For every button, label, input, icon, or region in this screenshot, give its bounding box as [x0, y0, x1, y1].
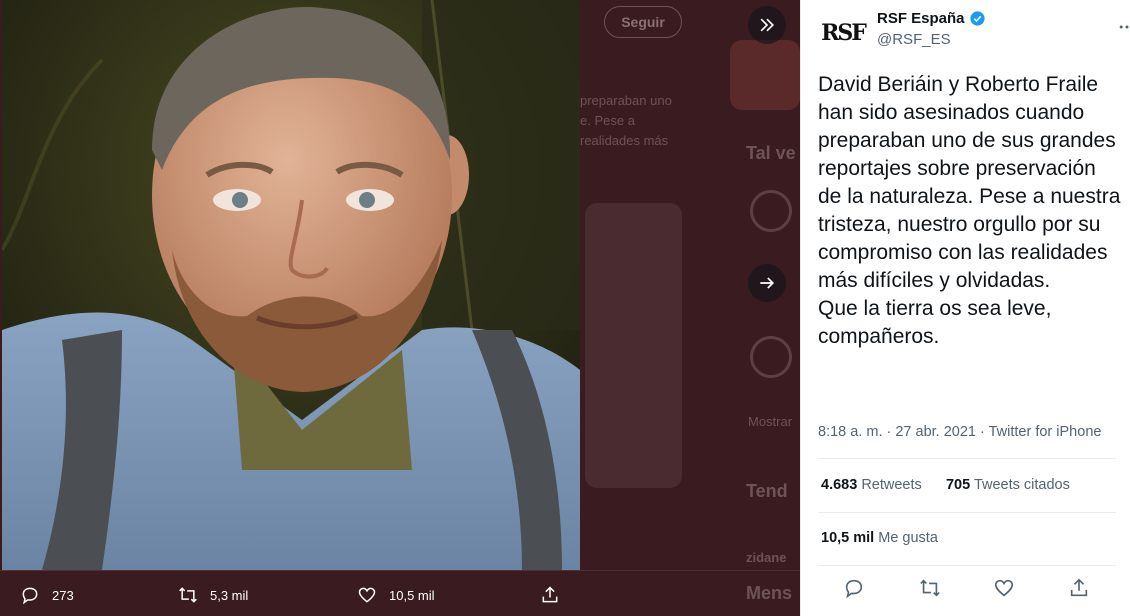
likes-label: Me gusta	[878, 530, 938, 546]
divider	[818, 458, 1116, 459]
author-name[interactable]: RSF España	[877, 10, 986, 27]
retweets-label[interactable]: Retweets	[861, 477, 921, 493]
heart-icon	[358, 587, 376, 603]
retweet-icon	[179, 587, 197, 603]
media-retweet-count: 5,3 mil	[210, 587, 249, 603]
reply-icon[interactable]	[843, 577, 865, 599]
collapse-panel-button[interactable]	[748, 6, 786, 44]
media-reply-button[interactable]: 273	[20, 585, 74, 605]
bg-snippet-3: realidades más	[580, 133, 669, 148]
media-share-button[interactable]	[540, 585, 572, 605]
reply-icon	[22, 587, 38, 605]
quotes-count[interactable]: 705	[946, 477, 970, 493]
tweet-photo[interactable]	[2, 0, 580, 570]
rsf-logo: RSF	[821, 20, 867, 46]
media-like-button[interactable]: 10,5 mil	[357, 585, 435, 605]
verified-badge-icon	[969, 11, 985, 26]
next-media-button[interactable]	[748, 264, 786, 302]
bg-section-trends: Tend	[746, 481, 788, 501]
share-icon	[542, 586, 558, 603]
bg-section-msgs: Mens	[746, 583, 793, 603]
bg-section-maybe: Tal ve	[746, 143, 796, 163]
bg-more-link: Mostrar	[748, 414, 793, 429]
divider	[818, 512, 1116, 513]
arrow-right-icon	[760, 277, 775, 289]
retweet-stats: 4.683 Retweets 705 Tweets citados	[821, 477, 1070, 493]
bg-media-card	[585, 203, 682, 488]
retweet-icon[interactable]	[919, 577, 941, 599]
author-handle[interactable]: @RSF_ES	[877, 31, 951, 48]
quotes-label[interactable]: Tweets citados	[974, 477, 1070, 493]
more-options-icon[interactable]	[1117, 17, 1130, 37]
bg-avatar-2	[750, 336, 792, 378]
bg-snippet-2: e. Pese a	[580, 113, 635, 128]
bg-snippet-1: preparaban uno	[580, 93, 672, 108]
tweet-detail-panel: RSF RSF España @RSF_ES David Beriáin y R…	[800, 0, 1130, 616]
bg-avatar-1	[750, 190, 792, 232]
tweet-action-bar	[818, 565, 1116, 610]
bg-sidebar-card	[730, 40, 800, 110]
avatar[interactable]: RSF	[819, 9, 867, 57]
author-name-text: RSF España	[877, 10, 965, 27]
bg-user-zidane: zidane	[746, 550, 787, 565]
share-icon[interactable]	[1068, 577, 1090, 599]
tweet-timestamp[interactable]: 8:18 a. m. · 27 abr. 2021 · Twitter for …	[818, 424, 1101, 440]
media-like-count: 10,5 mil	[389, 587, 435, 603]
media-retweet-button[interactable]: 5,3 mil	[178, 585, 248, 605]
portrait-illustration	[2, 0, 580, 570]
follow-button-bg: Seguir	[604, 6, 682, 38]
retweets-count[interactable]: 4.683	[821, 477, 857, 493]
tweet-text: David Beriáin y Roberto Fraile han sido …	[818, 73, 1121, 348]
tweet-header: RSF RSF España @RSF_ES	[819, 9, 1129, 57]
media-action-bar: 273 5,3 mil 10,5 mil	[0, 574, 600, 616]
bg-divider	[0, 570, 800, 571]
likes-count: 10,5 mil	[821, 530, 875, 546]
likes-stats[interactable]: 10,5 mil Me gusta	[821, 530, 938, 546]
double-chevron-right-icon	[760, 18, 775, 32]
media-reply-count: 273	[52, 587, 74, 603]
heart-icon[interactable]	[993, 577, 1015, 599]
